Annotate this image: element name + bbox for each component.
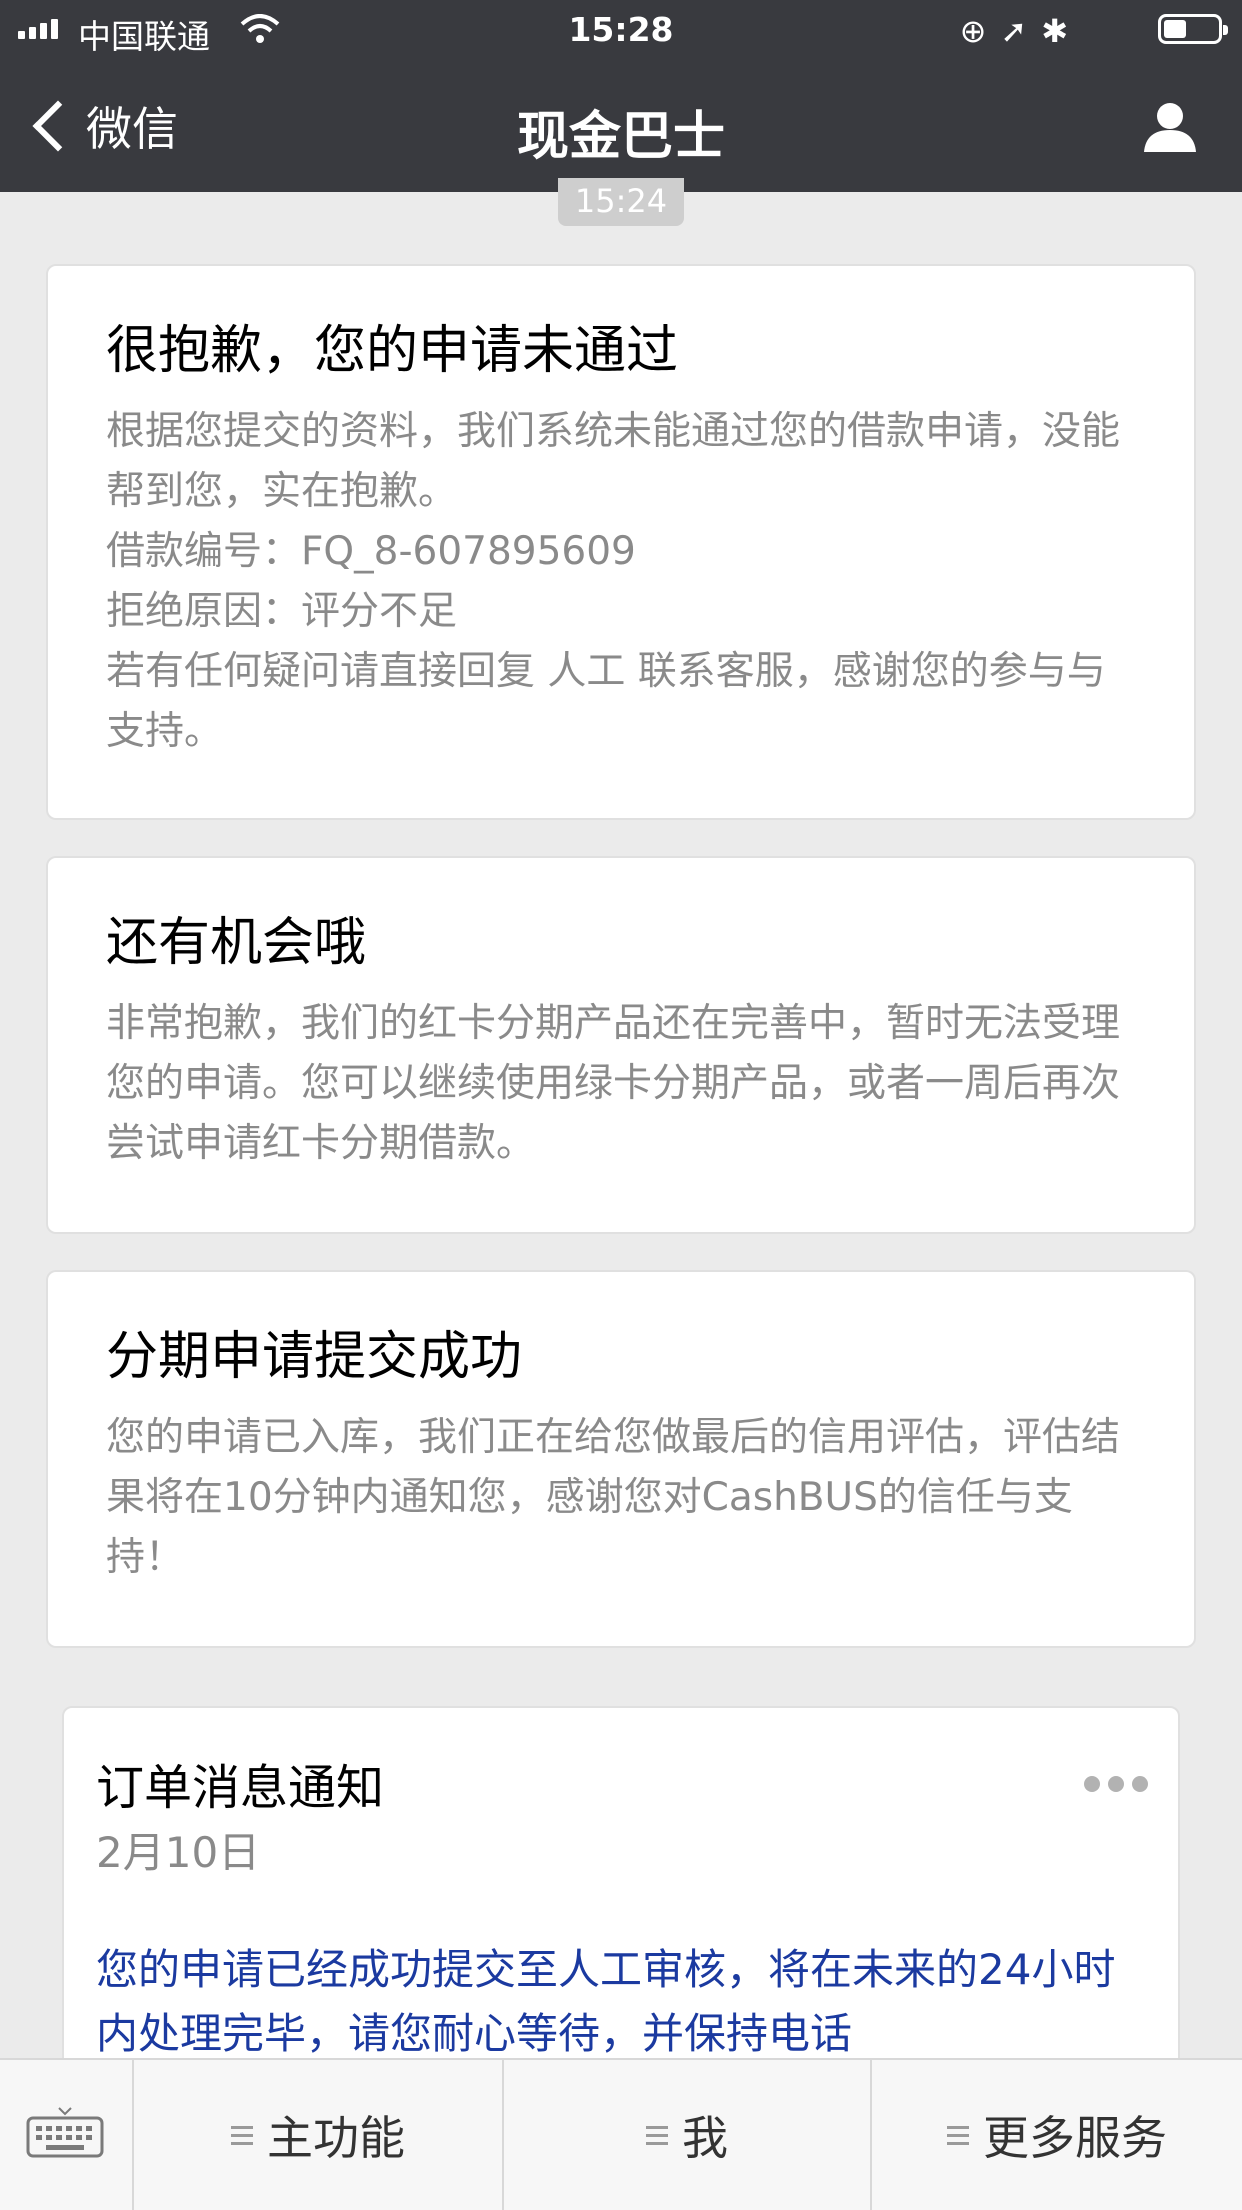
card-text: 根据您提交的资料，我们系统未能通过您的借款申请，没能帮到您，实在抱歉。	[106, 409, 1121, 514]
card-text: 若有任何疑问请直接回复 人工 联系客服，感谢您的参与与支持。	[106, 649, 1106, 754]
rotation-lock-icon: ⊕	[959, 12, 1001, 50]
card-text: 您的申请已入库，我们正在给您做最后的信用评估，评估结果将在10分钟内通知您，感谢…	[106, 1415, 1121, 1580]
location-icon: ➚	[1000, 12, 1042, 50]
template-title: 订单消息通知	[96, 1760, 385, 1816]
card-text: 拒绝原因：评分不足	[106, 589, 458, 634]
card-text: 非常抱歉，我们的红卡分期产品还在完善中，暂时无法受理您的申请。您可以继续使用绿卡…	[106, 1001, 1121, 1166]
menu-label: 更多服务	[983, 2111, 1167, 2165]
card-title: 还有机会哦	[106, 913, 367, 973]
message-card[interactable]: 很抱歉，您的申请未通过 根据您提交的资料，我们系统未能通过您的借款申请，没能帮到…	[46, 264, 1196, 820]
template-body: 您的申请已经成功提交至人工审核，将在未来的24小时内处理完毕，请您耐心等待，并保…	[96, 1945, 1116, 2058]
page-title: 现金巴士	[516, 107, 725, 167]
keyboard-icon	[26, 2107, 104, 2158]
status-icons: ⊕➚✱	[960, 12, 1082, 50]
message-card[interactable]: 还有机会哦 非常抱歉，我们的红卡分期产品还在完善中，暂时无法受理您的申请。您可以…	[46, 856, 1196, 1234]
menu-label: 主功能	[267, 2111, 405, 2165]
message-card[interactable]: 分期申请提交成功 您的申请已入库，我们正在给您做最后的信用评估，评估结果将在10…	[46, 1270, 1196, 1648]
top-bar: 中国联通 15:28 ⊕➚✱ 微信 现金巴士	[0, 0, 1242, 192]
more-options-icon[interactable]	[1084, 1776, 1148, 1792]
card-title: 很抱歉，您的申请未通过	[106, 321, 679, 381]
status-bar: 中国联通 15:28 ⊕➚✱	[0, 0, 1242, 62]
menu-me[interactable]: 我	[504, 2060, 870, 2210]
bluetooth-icon: ✱	[1041, 12, 1082, 50]
menu-more-services[interactable]: 更多服务	[872, 2060, 1242, 2210]
profile-icon[interactable]	[1142, 98, 1198, 154]
menu-lines-icon	[947, 2121, 969, 2150]
menu-lines-icon	[231, 2121, 253, 2150]
menu-lines-icon	[646, 2121, 668, 2150]
menu-label: 我	[682, 2111, 728, 2165]
card-text: 借款编号：FQ_8-607895609	[106, 529, 636, 574]
card-title: 分期申请提交成功	[106, 1327, 523, 1387]
bottom-menu-bar: 主功能 我 更多服务	[0, 2058, 1242, 2210]
template-date: 2月10日	[96, 1828, 261, 1877]
menu-main-functions[interactable]: 主功能	[134, 2060, 502, 2210]
chat-timestamp: 15:24	[558, 178, 684, 226]
battery-icon	[1158, 14, 1228, 44]
keyboard-toggle-button[interactable]	[0, 2060, 134, 2210]
